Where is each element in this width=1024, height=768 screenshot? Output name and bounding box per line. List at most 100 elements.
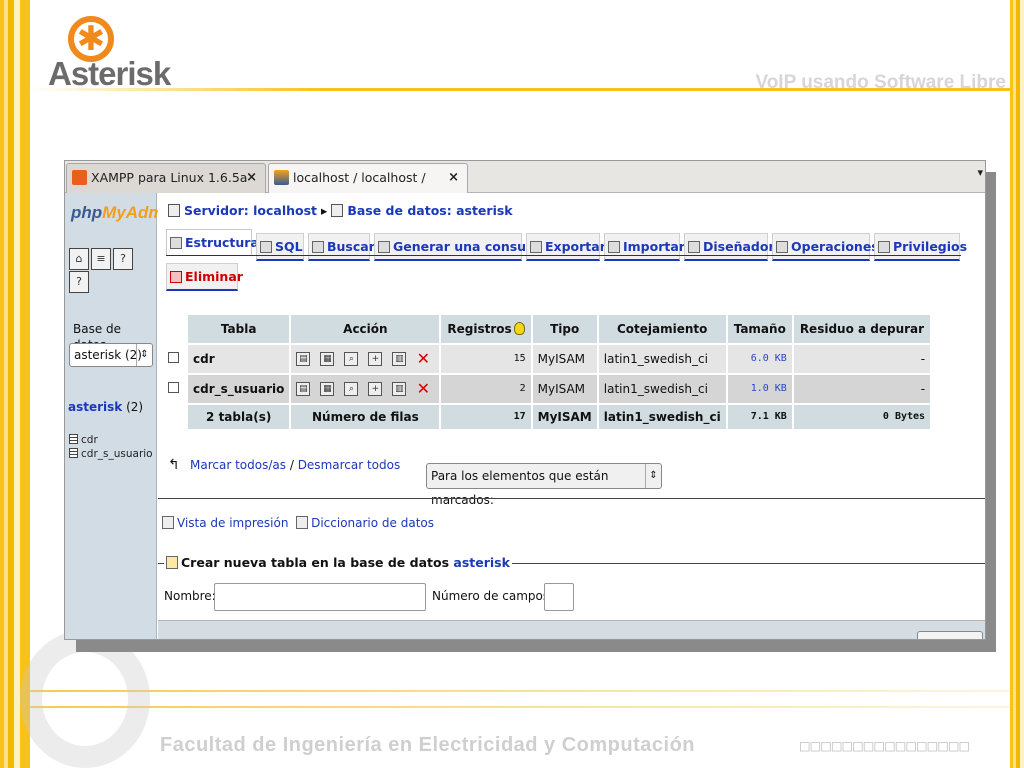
column-header-tabla[interactable]: Tabla <box>188 315 290 343</box>
browse-icon[interactable]: ▤ <box>296 352 311 366</box>
tabs-underline <box>166 255 961 256</box>
extra-links: Vista de impresión Diccionario de datos <box>162 515 434 531</box>
collation-cell: latin1_swedish_ci <box>598 345 726 373</box>
fields-count-input[interactable] <box>544 583 574 611</box>
row-checkbox[interactable] <box>167 352 179 363</box>
footer-rows-label: Número de filas <box>291 405 440 429</box>
name-label: Nombre: <box>164 589 216 603</box>
nav-icon-bar: ⌂ ≡?? <box>69 247 156 293</box>
tab-buscar[interactable]: Buscar <box>308 233 375 261</box>
slide-right-stripe <box>1010 0 1024 768</box>
size-link[interactable]: 1.0 KB <box>727 375 792 403</box>
insert-icon[interactable]: + <box>368 352 383 366</box>
structure-table: Tabla Acción Registros Tipo Cotejamiento… <box>158 313 932 431</box>
overhead-cell: - <box>793 345 931 373</box>
breadcrumb-database[interactable]: Base de datos: asterisk <box>347 203 512 218</box>
column-header-residuo[interactable]: Residuo a depurar <box>793 315 931 343</box>
column-header-cotejamiento[interactable]: Cotejamiento <box>598 315 726 343</box>
search-icon[interactable]: ⌕ <box>344 382 359 396</box>
footer-spacer <box>160 405 186 429</box>
tab-label: Exportar <box>545 239 606 254</box>
type-cell: MyISAM <box>532 345 597 373</box>
action-cell: ▤ ▦ ⌕ + ▥ ✕ <box>291 375 440 403</box>
insert-icon[interactable]: + <box>368 382 383 396</box>
drop-icon[interactable]: ✕ <box>416 381 430 397</box>
records-cell: 2 <box>441 375 531 403</box>
table-name-input[interactable] <box>214 583 426 611</box>
database-icon <box>331 204 344 217</box>
continue-button[interactable]: Continuar <box>917 631 983 639</box>
tab-label: Generar una consulta <box>393 239 545 254</box>
browser-tab-xampp[interactable]: XAMPP para Linux 1.6.5a × <box>66 163 266 193</box>
docs-icon[interactable]: ? <box>69 271 89 293</box>
row-checkbox-cell <box>160 375 186 403</box>
browser-tab-phpmyadmin[interactable]: localhost / localhost / asteris... × <box>268 163 468 213</box>
logo-php: php <box>71 203 103 222</box>
table-row: cdr_s_usuario ▤ ▦ ⌕ + ▥ ✕ 2 MyISAM latin1_swe… <box>160 375 931 403</box>
with-selected-select[interactable]: Para los elementos que están marcados: ⇕ <box>426 463 662 507</box>
data-dictionary-link[interactable]: Diccionario de datos <box>311 516 434 530</box>
tab-eliminar[interactable]: Eliminar <box>166 263 243 291</box>
current-database: asterisk (2) <box>68 399 143 415</box>
empty-icon[interactable]: ▥ <box>392 352 407 366</box>
database-select[interactable]: asterisk (2) ⇕ <box>69 343 153 367</box>
create-table-body: Nombre: Número de campos: <box>158 564 985 616</box>
breadcrumb-server[interactable]: Servidor: localhost <box>184 203 317 218</box>
close-tab-icon[interactable]: × <box>246 164 257 192</box>
row-checkbox-cell <box>160 345 186 373</box>
print-icon <box>162 516 174 529</box>
slide-footer: Facultad de Ingeniería en Electricidad y… <box>160 734 696 756</box>
tab-privilegios[interactable]: Privilegios <box>874 233 967 261</box>
structure-icon[interactable]: ▦ <box>320 382 335 396</box>
header-label: Registros <box>447 322 512 336</box>
tab-exportar[interactable]: Exportar <box>526 233 606 261</box>
table-list-item[interactable]: cdr_s_usuario <box>69 447 153 461</box>
table-name-link[interactable]: cdr <box>188 345 290 373</box>
empty-icon[interactable]: ▥ <box>392 382 407 396</box>
tab-importar[interactable]: Importar <box>604 233 685 261</box>
query-window-icon[interactable]: ? <box>113 248 133 270</box>
designer-icon <box>688 241 700 253</box>
home-icon[interactable]: ⌂ <box>69 248 89 270</box>
tab-operaciones[interactable]: Operaciones <box>772 233 879 261</box>
column-header-registros[interactable]: Registros <box>441 315 531 343</box>
tab-sql[interactable]: SQL <box>256 233 304 261</box>
tab-label: Eliminar <box>185 269 243 284</box>
import-icon <box>608 241 620 253</box>
slide-footer-boxes: □□□□□□□□□□□□□□□□ <box>800 736 971 755</box>
table-name-link[interactable]: cdr_s_usuario <box>188 375 290 403</box>
print-view-link[interactable]: Vista de impresión <box>177 516 288 530</box>
action-cell: ▤ ▦ ⌕ + ▥ ✕ <box>291 345 440 373</box>
column-header-tipo[interactable]: Tipo <box>532 315 597 343</box>
close-tab-icon[interactable]: × <box>448 164 459 192</box>
column-header-tamano[interactable]: Tamaño <box>727 315 792 343</box>
create-table-footer: Continuar <box>158 620 985 639</box>
sql-icon[interactable]: ≡ <box>91 248 111 270</box>
header-spacer <box>160 315 186 343</box>
tab-generar-consulta[interactable]: Generar una consulta <box>374 233 545 261</box>
select-arrows-icon: ⇕ <box>645 464 661 488</box>
export-icon <box>530 241 542 253</box>
uncheck-all-link[interactable]: Desmarcar todos <box>298 458 401 472</box>
database-link[interactable]: asterisk <box>68 400 122 414</box>
drop-icon[interactable]: ✕ <box>416 351 430 367</box>
table-footer-row: 2 tabla(s) Número de filas 17 MyISAM lat… <box>160 405 931 429</box>
mark-all-row: ↰ Marcar todos/as / Desmarcar todos <box>168 457 400 473</box>
pma-icon <box>274 170 289 185</box>
check-all-link[interactable]: Marcar todos/as <box>190 458 286 472</box>
overhead-cell: - <box>793 375 931 403</box>
tab-list-menu-icon[interactable]: ▾ <box>977 167 983 179</box>
asterisk-logo: ✱ Asterisk <box>48 16 188 92</box>
search-icon[interactable]: ⌕ <box>344 352 359 366</box>
size-link[interactable]: 6.0 KB <box>727 345 792 373</box>
tab-disenador[interactable]: Diseñador <box>684 233 775 261</box>
browse-icon[interactable]: ▤ <box>296 382 311 396</box>
structure-icon[interactable]: ▦ <box>320 352 335 366</box>
with-selected-value: Para los elementos que están marcados: <box>431 469 609 507</box>
footer-records: 17 <box>441 405 531 429</box>
tab-estructura[interactable]: Estructura <box>166 229 259 257</box>
mark-separator: / <box>289 458 294 472</box>
table-list-item[interactable]: cdr <box>69 433 153 447</box>
row-checkbox[interactable] <box>167 382 179 393</box>
records-cell: 15 <box>441 345 531 373</box>
